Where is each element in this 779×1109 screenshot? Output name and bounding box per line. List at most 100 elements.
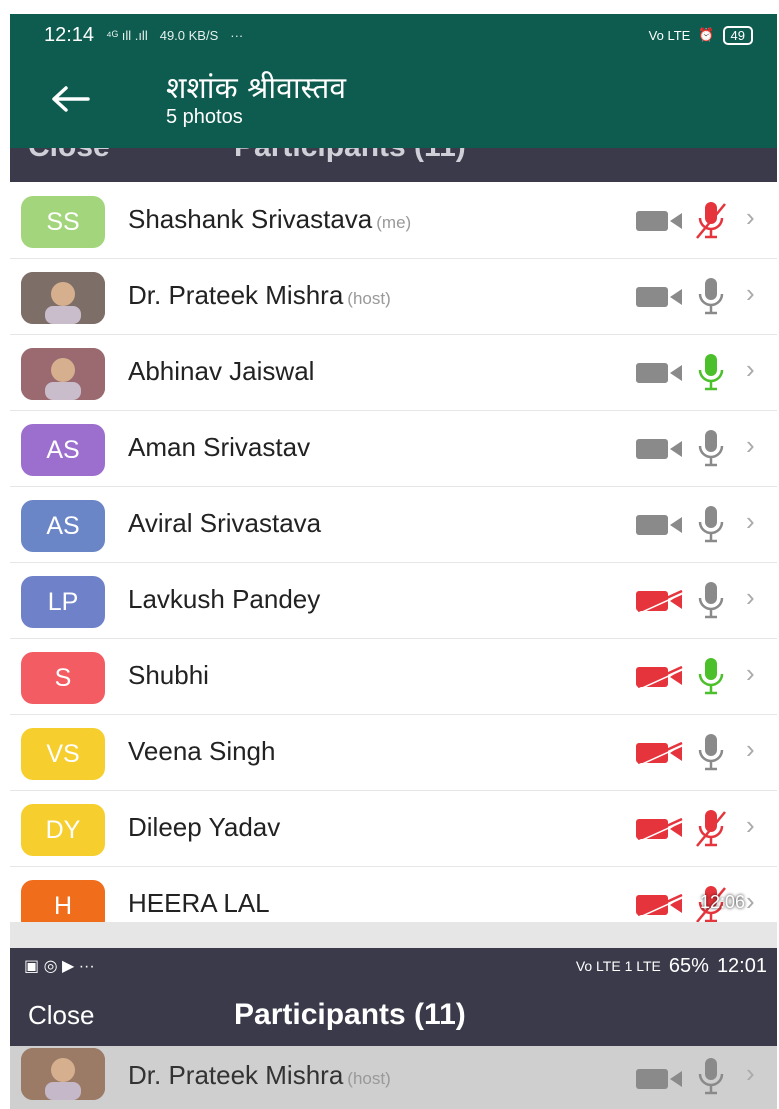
chevron-right-icon: › xyxy=(746,278,755,308)
back-arrow-icon[interactable] xyxy=(50,84,90,114)
participant-row[interactable]: SS Shashank Srivastava (me) › xyxy=(10,182,777,259)
participant-row[interactable]: Abhinav Jaiswal › xyxy=(10,334,777,411)
close-button[interactable]: Close xyxy=(28,1000,94,1031)
signal-indicator: ⁴ᴳ ıll .ıll xyxy=(106,27,148,43)
participant-tag: (host) xyxy=(347,1069,391,1088)
header-subtitle: 5 photos xyxy=(166,106,243,128)
video-timestamp: 12:06 xyxy=(700,892,746,912)
participant-row[interactable]: VS Veena Singh › xyxy=(10,714,777,791)
mic-muted-icon xyxy=(696,810,726,847)
mic-icon xyxy=(698,658,724,695)
battery-percent: 65% xyxy=(668,954,709,977)
mic-icon xyxy=(698,582,724,619)
notification-icons: ▣ ◎ ▶ ··· xyxy=(24,958,95,975)
participant-row[interactable]: Dr. Prateek Mishra (host) › xyxy=(10,258,777,335)
participant-row[interactable]: S Shubhi › xyxy=(10,638,777,715)
cut-title-text: Participants (11) xyxy=(234,148,466,164)
video-off-icon xyxy=(636,590,684,612)
avatar: H xyxy=(21,880,105,922)
video-icon xyxy=(636,439,682,459)
mic-icon xyxy=(698,1058,724,1095)
avatar-initials: VS xyxy=(46,739,80,768)
network-indicator: Vo LTE 1 LTE xyxy=(575,958,661,974)
mic-icon xyxy=(698,506,724,543)
avatar: VS xyxy=(21,728,105,780)
participants-title: Participants (11) xyxy=(234,998,466,1031)
avatar-initials: AS xyxy=(46,435,80,464)
video-off-icon xyxy=(636,818,684,840)
status-bar-top: 12:14 ⁴ᴳ ıll .ıll 49.0 KB/S ··· Vo LTE ⏰… xyxy=(10,14,777,56)
chevron-right-icon: › xyxy=(746,810,755,840)
screenshot-frame: 12:14 ⁴ᴳ ıll .ıll 49.0 KB/S ··· Vo LTE ⏰… xyxy=(10,14,777,1109)
chevron-right-icon: › xyxy=(746,734,755,764)
avatar-initials: LP xyxy=(47,587,79,616)
avatar: AS xyxy=(21,500,105,552)
chevron-right-icon: › xyxy=(746,430,755,460)
viewer-header: शशांक श्रीवास्तव 5 photos xyxy=(10,56,777,148)
participant-tag: (host) xyxy=(347,289,391,308)
status-time: 12:14 xyxy=(44,23,95,46)
avatar-initials: S xyxy=(54,663,72,692)
volte-indicator: Vo LTE xyxy=(648,27,691,43)
avatar-initials: SS xyxy=(46,207,80,236)
participants-header: Close Participants (11) xyxy=(10,984,777,1046)
avatar: LP xyxy=(21,576,105,628)
video-off-icon xyxy=(636,894,684,916)
avatar-initials: AS xyxy=(46,511,80,540)
more-dots: ··· xyxy=(230,27,244,43)
alarm-icon: ⏰ xyxy=(698,27,715,42)
data-speed: 49.0 KB/S xyxy=(159,27,219,43)
participant-name: Lavkush Pandey xyxy=(128,584,321,614)
chevron-right-icon: › xyxy=(746,202,755,232)
participant-name: Shashank Srivastava xyxy=(128,204,373,234)
participant-name: Dileep Yadav xyxy=(128,812,281,842)
participant-row[interactable]: H HEERA LAL › 12:06 xyxy=(10,866,777,922)
chevron-right-icon: › xyxy=(746,886,755,916)
avatar: AS xyxy=(21,424,105,476)
participant-row[interactable]: LP Lavkush Pandey › xyxy=(10,562,777,639)
chevron-right-icon: › xyxy=(746,506,755,536)
participant-name: Shubhi xyxy=(128,660,209,690)
mic-muted-icon xyxy=(696,202,726,239)
video-icon xyxy=(636,211,682,231)
chevron-right-icon: › xyxy=(746,582,755,612)
video-icon xyxy=(636,363,682,383)
participant-name: HEERA LAL xyxy=(128,888,270,918)
participants-list: SS Shashank Srivastava (me) › Dr. Prateek Mi… xyxy=(10,182,777,922)
avatar xyxy=(21,1048,105,1100)
video-off-icon xyxy=(636,742,684,764)
status-bar-bottom: ▣ ◎ ▶ ··· Vo LTE 1 LTE 65% 12:01 xyxy=(10,948,777,984)
video-icon xyxy=(636,515,682,535)
header-title: शशांक श्रीवास्तव xyxy=(166,71,347,106)
divider-band xyxy=(10,922,777,948)
battery-indicator: 49 xyxy=(722,25,753,45)
mic-icon xyxy=(698,278,724,315)
avatar: S xyxy=(21,652,105,704)
chevron-right-icon: › xyxy=(746,658,755,688)
mic-icon xyxy=(698,430,724,467)
participant-name: Aman Srivastav xyxy=(128,432,311,462)
participant-name: Dr. Prateek Mishra xyxy=(128,1060,344,1090)
mic-icon xyxy=(698,734,724,771)
avatar: DY xyxy=(21,804,105,856)
status-time-bottom: 12:01 xyxy=(716,954,767,977)
avatar: SS xyxy=(21,196,105,248)
video-off-icon xyxy=(636,666,684,688)
avatar-initials: DY xyxy=(45,815,81,844)
participant-row[interactable]: AS Aviral Srivastava › xyxy=(10,486,777,563)
participant-name: Abhinav Jaiswal xyxy=(128,356,315,386)
participant-row[interactable]: DY Dileep Yadav › xyxy=(10,790,777,867)
participant-row-partial[interactable]: Dr. Prateek Mishra (host) › xyxy=(10,1046,777,1109)
participant-name: Veena Singh xyxy=(128,736,276,766)
cut-off-header-strip: Close Participants (11) xyxy=(10,148,777,182)
participant-name: Aviral Srivastava xyxy=(128,508,322,538)
avatar xyxy=(21,272,105,324)
participant-row[interactable]: AS Aman Srivastav › xyxy=(10,410,777,487)
mic-icon xyxy=(698,354,724,391)
video-icon xyxy=(636,1069,682,1089)
cut-close-text: Close xyxy=(28,148,110,164)
participant-tag: (me) xyxy=(376,213,412,232)
avatar xyxy=(21,348,105,400)
video-icon xyxy=(636,287,682,307)
chevron-right-icon: › xyxy=(746,354,755,384)
